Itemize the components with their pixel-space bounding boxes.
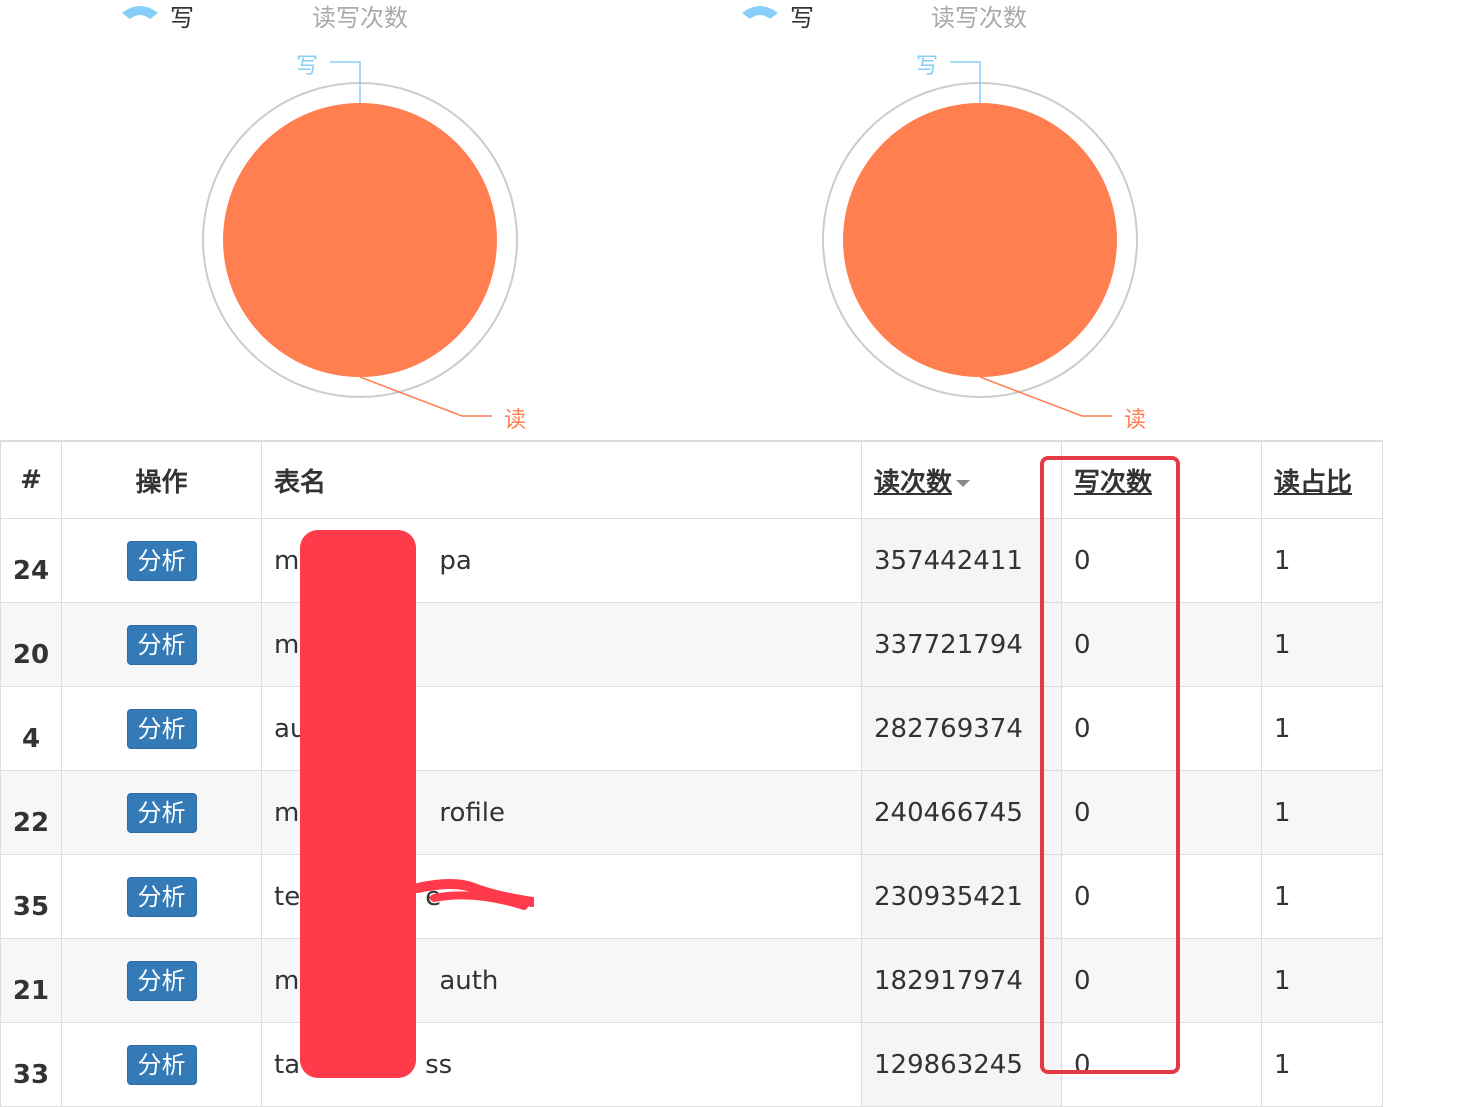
row-read-count: 182917974 xyxy=(861,938,1062,1023)
row-read-count: 282769374 xyxy=(861,686,1062,771)
sort-link-read-ratio[interactable]: 读占比 xyxy=(1274,468,1352,498)
callout-read: 读 xyxy=(1124,408,1147,433)
row-index: 4 xyxy=(0,686,62,771)
pie-chart-panel-1: 写 读写次数 写 读 xyxy=(0,0,620,440)
redaction-scribble xyxy=(414,879,534,910)
chart-title: 读写次数 xyxy=(312,4,408,32)
sort-desc-icon xyxy=(956,479,971,487)
column-header-index: # xyxy=(0,440,62,519)
column-header-action: 操作 xyxy=(61,440,262,519)
analyze-button[interactable]: 分析 xyxy=(126,960,197,1001)
table-name-prefix: m xyxy=(274,965,300,996)
row-index: 33 xyxy=(0,1022,62,1107)
legend-pie-icon[interactable] xyxy=(740,3,780,23)
row-action-cell: 分析 xyxy=(61,602,262,687)
row-read-ratio: 1 xyxy=(1261,686,1383,771)
legend-label-write[interactable]: 写 xyxy=(170,0,194,33)
analyze-button[interactable]: 分析 xyxy=(126,1044,197,1085)
table-name-prefix: te xyxy=(274,881,301,912)
legend-label-write[interactable]: 写 xyxy=(790,0,814,33)
table-name-prefix: m xyxy=(274,545,300,576)
table-name-prefix: m xyxy=(274,629,300,660)
pie-slice-read[interactable] xyxy=(843,103,1117,377)
highlight-box-write-count xyxy=(1040,456,1180,1074)
row-read-count: 337721794 xyxy=(861,602,1062,687)
analyze-button[interactable]: 分析 xyxy=(126,624,197,665)
row-read-count: 129863245 xyxy=(861,1022,1062,1107)
column-header-read-count[interactable]: 读次数 xyxy=(861,440,1062,519)
row-read-count: 230935421 xyxy=(861,854,1062,939)
row-index: 35 xyxy=(0,854,62,939)
row-action-cell: 分析 xyxy=(61,854,262,939)
table-name-suffix: rofile xyxy=(439,797,505,828)
analyze-button[interactable]: 分析 xyxy=(126,876,197,917)
row-read-ratio: 1 xyxy=(1261,938,1383,1023)
column-header-read-ratio[interactable]: 读占比 xyxy=(1261,440,1383,519)
pie-slice-read[interactable] xyxy=(223,103,497,377)
row-action-cell: 分析 xyxy=(61,938,262,1023)
row-read-ratio: 1 xyxy=(1261,602,1383,687)
legend-pie-icon[interactable] xyxy=(120,3,160,23)
row-action-cell: 分析 xyxy=(61,686,262,771)
row-action-cell: 分析 xyxy=(61,518,262,603)
chart-title: 读写次数 xyxy=(931,4,1027,32)
row-action-cell: 分析 xyxy=(61,1022,262,1107)
row-action-cell: 分析 xyxy=(61,770,262,855)
table-name-suffix: auth xyxy=(439,965,499,996)
sort-link-read-count[interactable]: 读次数 xyxy=(874,468,952,498)
redaction-mark xyxy=(300,530,416,1078)
callout-write: 写 xyxy=(296,54,319,79)
row-read-ratio: 1 xyxy=(1261,1022,1383,1107)
row-read-ratio: 1 xyxy=(1261,770,1383,855)
analyze-button[interactable]: 分析 xyxy=(126,540,197,581)
callout-write: 写 xyxy=(916,54,939,79)
row-index: 20 xyxy=(0,602,62,687)
row-index: 24 xyxy=(0,518,62,603)
column-header-table-name: 表名 xyxy=(261,440,862,519)
row-read-count: 357442411 xyxy=(861,518,1062,603)
table-name-prefix: m xyxy=(274,797,300,828)
table-name-suffix: pa xyxy=(439,545,472,576)
table-name-suffix: ss xyxy=(425,1049,453,1080)
row-index: 21 xyxy=(0,938,62,1023)
analyze-button[interactable]: 分析 xyxy=(126,792,197,833)
table-name-prefix: ta xyxy=(274,1049,301,1080)
analyze-button[interactable]: 分析 xyxy=(126,708,197,749)
row-read-count: 240466745 xyxy=(861,770,1062,855)
callout-read: 读 xyxy=(504,408,527,433)
pie-chart-panel-2: 写 读写次数 写 读 xyxy=(620,0,1240,440)
row-index: 22 xyxy=(0,770,62,855)
row-read-ratio: 1 xyxy=(1261,518,1383,603)
row-read-ratio: 1 xyxy=(1261,854,1383,939)
